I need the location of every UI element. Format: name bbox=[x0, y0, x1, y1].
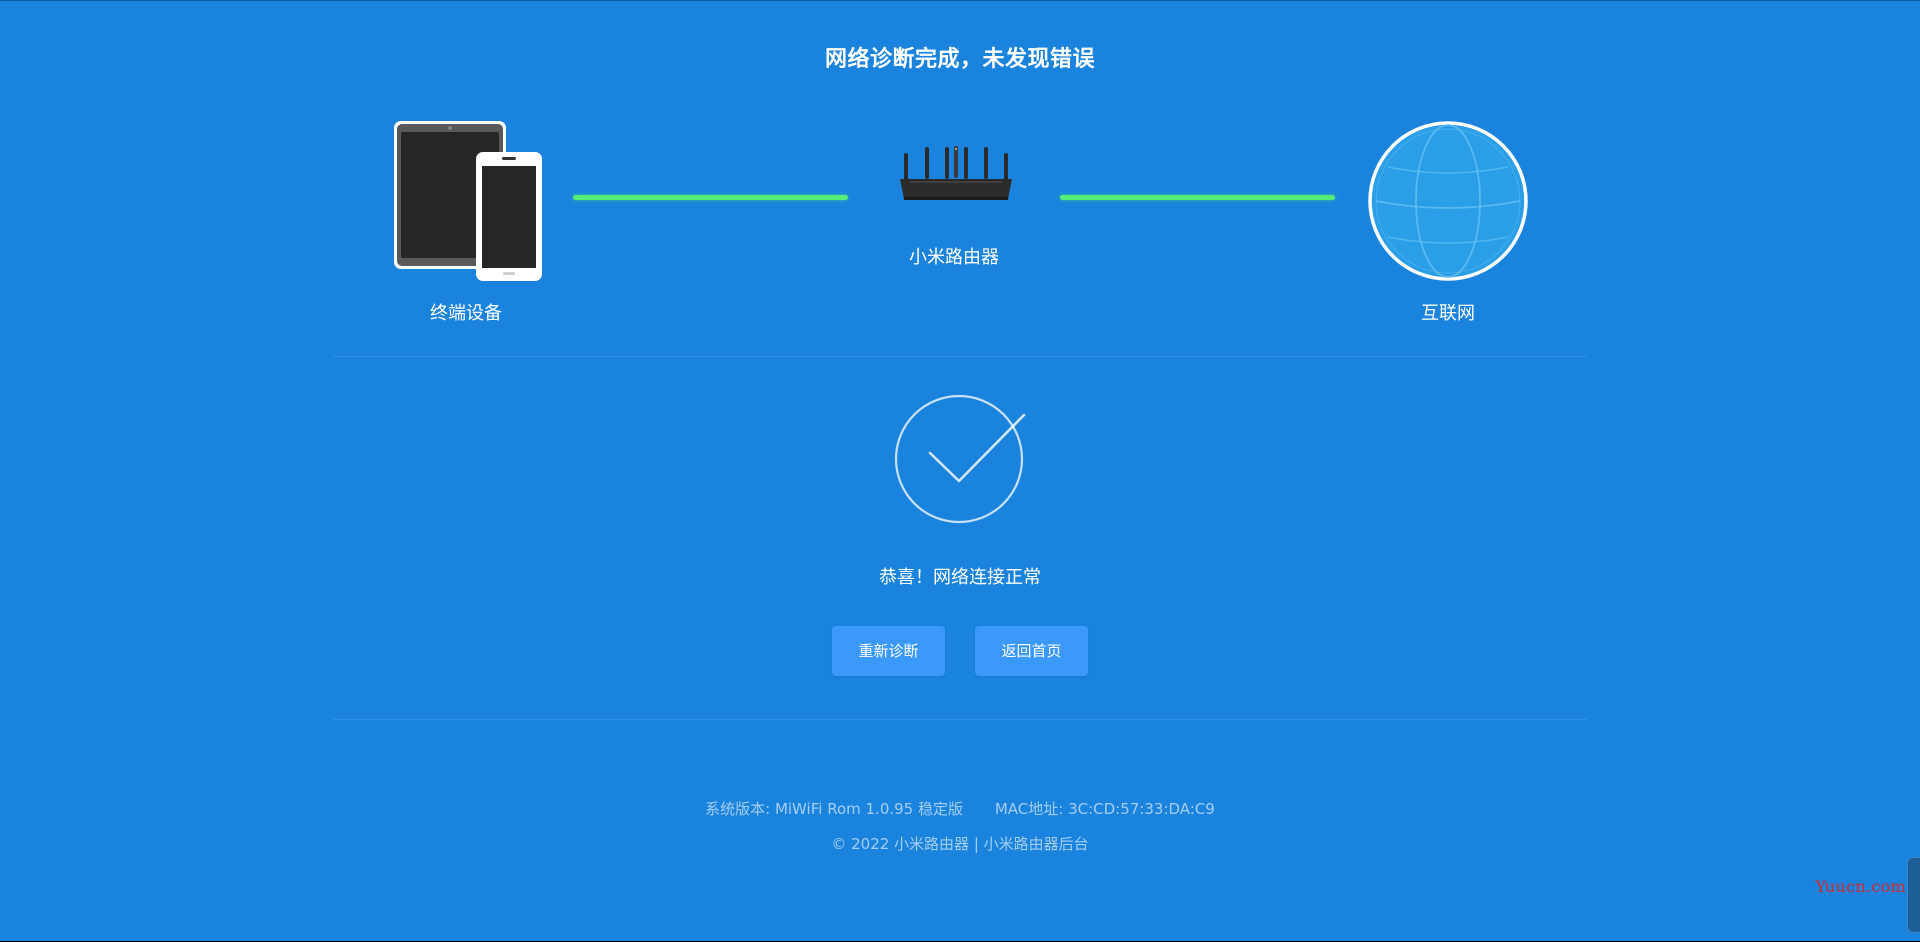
device-router-link bbox=[573, 195, 848, 200]
router-label: 小米路由器 bbox=[909, 247, 999, 268]
watermark-text: Yuucn.com bbox=[1815, 877, 1906, 896]
back-home-button[interactable]: 返回首页 bbox=[975, 626, 1088, 676]
diagnosis-page: 网络诊断完成，未发现错误 终端设备 小米路由器 互联网 恭喜！网络连接正常 重新… bbox=[0, 0, 1920, 941]
router-node bbox=[896, 141, 1016, 205]
result-message: 恭喜！网络连接正常 bbox=[879, 567, 1041, 588]
terminal-device-label: 终端设备 bbox=[430, 303, 502, 324]
terminal-device-node bbox=[392, 119, 544, 283]
footer-info: 系统版本: MiWiFi Rom 1.0.95 稳定版 MAC地址: 3C:CD… bbox=[0, 798, 1920, 819]
side-scroll-widget[interactable] bbox=[1907, 857, 1920, 933]
retry-diagnosis-button[interactable]: 重新诊断 bbox=[832, 626, 945, 676]
page-title: 网络诊断完成，未发现错误 bbox=[824, 47, 1095, 72]
internet-label: 互联网 bbox=[1421, 303, 1475, 324]
result-check bbox=[893, 391, 1029, 527]
mac-address: MAC地址: 3C:CD:57:33:DA:C9 bbox=[994, 800, 1215, 818]
globe-icon bbox=[1368, 121, 1528, 281]
footer-copyright: © 2022 小米路由器 | 小米路由器后台 bbox=[831, 835, 1089, 853]
system-version: 系统版本: MiWiFi Rom 1.0.95 稳定版 bbox=[705, 800, 963, 818]
check-circle-icon bbox=[894, 394, 1026, 524]
divider-bottom bbox=[333, 719, 1587, 720]
tablet-phone-icon bbox=[394, 121, 542, 281]
divider-top bbox=[333, 356, 1587, 357]
router-internet-link bbox=[1060, 195, 1335, 200]
router-icon bbox=[900, 146, 1012, 200]
internet-node bbox=[1366, 119, 1530, 283]
